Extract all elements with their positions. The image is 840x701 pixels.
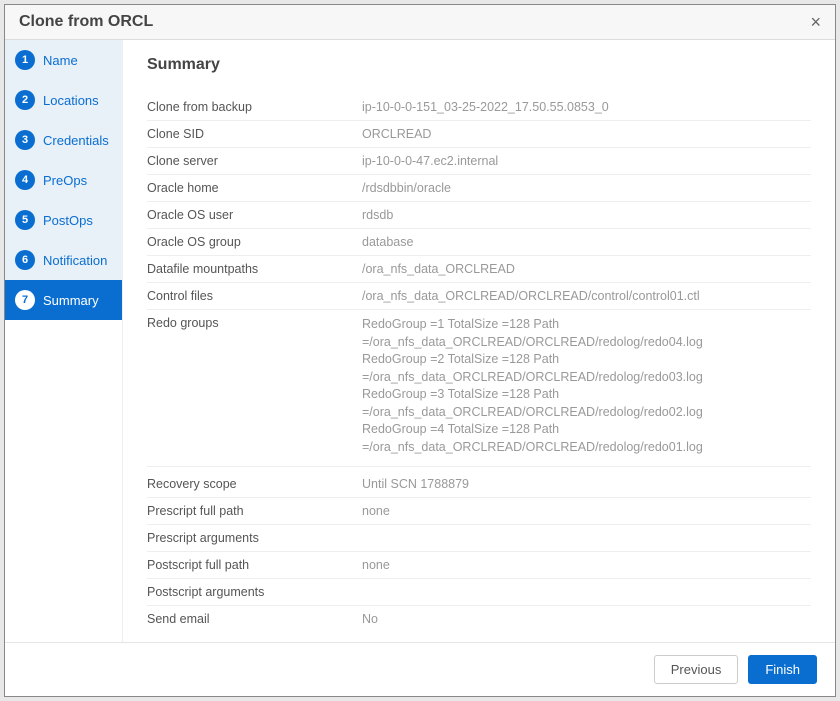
wizard-sidebar: 1 Name 2 Locations 3 Credentials 4 PreOp… xyxy=(5,40,123,642)
redo-line: RedoGroup =3 TotalSize =128 Path =/ora_n… xyxy=(362,386,811,421)
step-label: Name xyxy=(43,53,78,68)
row-prescript-full-path: Prescript full path none xyxy=(147,498,811,525)
summary-table: Clone from backup ip-10-0-0-151_03-25-20… xyxy=(147,94,811,632)
val: none xyxy=(362,504,811,518)
finish-button[interactable]: Finish xyxy=(748,655,817,684)
row-clone-server: Clone server ip-10-0-0-47.ec2.internal xyxy=(147,148,811,175)
step-number-icon: 7 xyxy=(15,290,35,310)
key: Oracle OS user xyxy=(147,208,362,222)
val: none xyxy=(362,558,811,572)
val: database xyxy=(362,235,811,249)
step-label: Notification xyxy=(43,253,107,268)
step-summary[interactable]: 7 Summary xyxy=(5,280,122,320)
key: Postscript arguments xyxy=(147,585,362,599)
key: Postscript full path xyxy=(147,558,362,572)
key: Redo groups xyxy=(147,316,362,330)
row-oracle-home: Oracle home /rdsdbbin/oracle xyxy=(147,175,811,202)
row-oracle-os-group: Oracle OS group database xyxy=(147,229,811,256)
key: Prescript full path xyxy=(147,504,362,518)
val: ORCLREAD xyxy=(362,127,811,141)
window-title: Clone from ORCL xyxy=(19,13,153,31)
key: Oracle home xyxy=(147,181,362,195)
close-button[interactable]: × xyxy=(810,13,821,31)
step-postops[interactable]: 5 PostOps xyxy=(5,200,122,240)
key: Prescript arguments xyxy=(147,531,362,545)
row-datafile-mountpaths: Datafile mountpaths /ora_nfs_data_ORCLRE… xyxy=(147,256,811,283)
val: /ora_nfs_data_ORCLREAD/ORCLREAD/control/… xyxy=(362,289,811,303)
step-preops[interactable]: 4 PreOps xyxy=(5,160,122,200)
titlebar: Clone from ORCL × xyxy=(5,5,835,40)
footer: Previous Finish xyxy=(5,642,835,696)
val: RedoGroup =1 TotalSize =128 Path =/ora_n… xyxy=(362,316,811,456)
step-name[interactable]: 1 Name xyxy=(5,40,122,80)
row-prescript-arguments: Prescript arguments xyxy=(147,525,811,552)
step-label: PostOps xyxy=(43,213,93,228)
key: Oracle OS group xyxy=(147,235,362,249)
row-postscript-full-path: Postscript full path none xyxy=(147,552,811,579)
step-number-icon: 6 xyxy=(15,250,35,270)
clone-wizard-window: Clone from ORCL × 1 Name 2 Locations 3 C… xyxy=(4,4,836,697)
key: Clone server xyxy=(147,154,362,168)
step-locations[interactable]: 2 Locations xyxy=(5,80,122,120)
row-redo-groups: Redo groups RedoGroup =1 TotalSize =128 … xyxy=(147,310,811,467)
row-control-files: Control files /ora_nfs_data_ORCLREAD/ORC… xyxy=(147,283,811,310)
row-postscript-arguments: Postscript arguments xyxy=(147,579,811,606)
key: Clone from backup xyxy=(147,100,362,114)
step-label: Credentials xyxy=(43,133,109,148)
val: No xyxy=(362,612,811,626)
key: Datafile mountpaths xyxy=(147,262,362,276)
val: rdsdb xyxy=(362,208,811,222)
val: /rdsdbbin/oracle xyxy=(362,181,811,195)
step-number-icon: 5 xyxy=(15,210,35,230)
step-number-icon: 3 xyxy=(15,130,35,150)
row-clone-from-backup: Clone from backup ip-10-0-0-151_03-25-20… xyxy=(147,94,811,121)
redo-line: RedoGroup =1 TotalSize =128 Path =/ora_n… xyxy=(362,316,811,351)
step-notification[interactable]: 6 Notification xyxy=(5,240,122,280)
key: Send email xyxy=(147,612,362,626)
page-heading: Summary xyxy=(147,56,811,74)
row-clone-sid: Clone SID ORCLREAD xyxy=(147,121,811,148)
main-panel: Summary Clone from backup ip-10-0-0-151_… xyxy=(123,40,835,642)
row-recovery-scope: Recovery scope Until SCN 1788879 xyxy=(147,471,811,498)
step-number-icon: 4 xyxy=(15,170,35,190)
val: ip-10-0-0-151_03-25-2022_17.50.55.0853_0 xyxy=(362,100,811,114)
step-credentials[interactable]: 3 Credentials xyxy=(5,120,122,160)
step-number-icon: 1 xyxy=(15,50,35,70)
step-number-icon: 2 xyxy=(15,90,35,110)
val: /ora_nfs_data_ORCLREAD xyxy=(362,262,811,276)
row-oracle-os-user: Oracle OS user rdsdb xyxy=(147,202,811,229)
row-send-email: Send email No xyxy=(147,606,811,632)
val: Until SCN 1788879 xyxy=(362,477,811,491)
step-label: Summary xyxy=(43,293,99,308)
step-label: Locations xyxy=(43,93,99,108)
previous-button[interactable]: Previous xyxy=(654,655,739,684)
key: Clone SID xyxy=(147,127,362,141)
redo-line: RedoGroup =4 TotalSize =128 Path =/ora_n… xyxy=(362,421,811,456)
key: Control files xyxy=(147,289,362,303)
redo-line: RedoGroup =2 TotalSize =128 Path =/ora_n… xyxy=(362,351,811,386)
body: 1 Name 2 Locations 3 Credentials 4 PreOp… xyxy=(5,40,835,642)
key: Recovery scope xyxy=(147,477,362,491)
step-label: PreOps xyxy=(43,173,87,188)
val: ip-10-0-0-47.ec2.internal xyxy=(362,154,811,168)
